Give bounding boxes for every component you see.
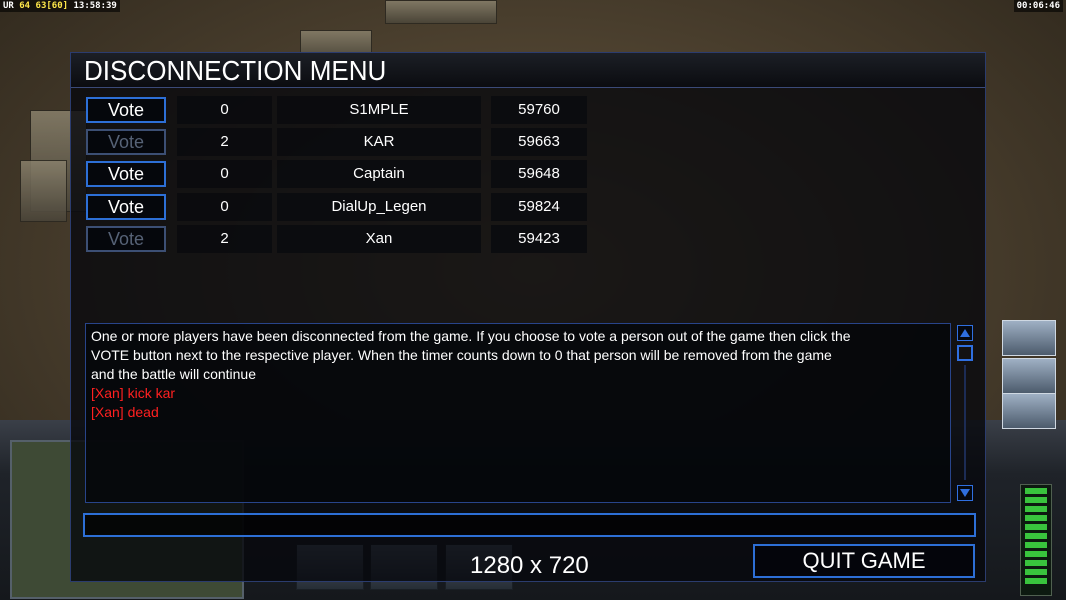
system-clock: 13:58:39 (73, 1, 117, 11)
side-command-icon (1002, 393, 1056, 429)
scroll-track[interactable] (964, 365, 966, 480)
player-name: S1MPLE (277, 96, 481, 124)
vote-button[interactable]: Vote (86, 194, 166, 220)
message-line: [Xan] kick kar (91, 385, 176, 401)
background-building (20, 160, 67, 222)
player-timer: 59663 (491, 128, 587, 156)
side-command-icon (1002, 320, 1056, 356)
vote-count: 2 (177, 128, 272, 156)
vote-count: 0 (177, 193, 272, 221)
scroll-thumb[interactable] (957, 345, 973, 361)
arrow-up-icon (960, 329, 970, 337)
resolution-label: 1280 x 720 (470, 552, 589, 579)
scroll-down-button[interactable] (957, 485, 973, 501)
game-timer: 00:06:46 (1013, 0, 1063, 12)
fps-limit: [60] (46, 1, 69, 11)
fps-prefix: UR (3, 1, 14, 11)
arrow-down-icon (960, 489, 970, 497)
vote-count: 2 (177, 225, 272, 253)
player-name: DialUp_Legen (277, 193, 481, 221)
message-line: One or more players have been disconnect… (91, 328, 851, 344)
side-command-icon (1002, 358, 1056, 394)
power-meter (1020, 484, 1052, 596)
vote-count: 0 (177, 160, 272, 188)
player-name: Captain (277, 160, 481, 188)
scroll-up-button[interactable] (957, 325, 973, 341)
player-timer: 59648 (491, 160, 587, 188)
player-name: Xan (277, 225, 481, 253)
vote-button[interactable]: Vote (86, 161, 166, 187)
message-log: One or more players have been disconnect… (85, 323, 951, 503)
vote-button[interactable]: Vote (86, 226, 166, 252)
quit-game-button[interactable]: QUIT GAME (753, 544, 975, 578)
message-scrollbar[interactable] (957, 325, 975, 502)
player-timer: 59824 (491, 193, 587, 221)
background-building (385, 0, 497, 24)
chat-input[interactable] (83, 513, 976, 537)
dialog-header: DISCONNECTION MENU (71, 53, 985, 88)
dialog-title: DISCONNECTION MENU (84, 55, 387, 86)
disconnection-dialog: DISCONNECTION MENU Vote 0 S1MPLE 59760 Vote 2… (70, 52, 986, 582)
player-timer: 59760 (491, 96, 587, 124)
message-line: VOTE button next to the respective playe… (91, 347, 832, 363)
player-name: KAR (277, 128, 481, 156)
message-line: and the battle will continue (91, 366, 256, 382)
vote-count: 0 (177, 96, 272, 124)
vote-button[interactable]: Vote (86, 97, 166, 123)
fps-value: 63 (35, 1, 47, 11)
fps-value: 64 (19, 1, 31, 11)
fps-overlay: UR 64 63[60] 13:58:39 (0, 0, 120, 12)
vote-button[interactable]: Vote (86, 129, 166, 155)
player-timer: 59423 (491, 225, 587, 253)
message-line: [Xan] dead (91, 404, 159, 420)
